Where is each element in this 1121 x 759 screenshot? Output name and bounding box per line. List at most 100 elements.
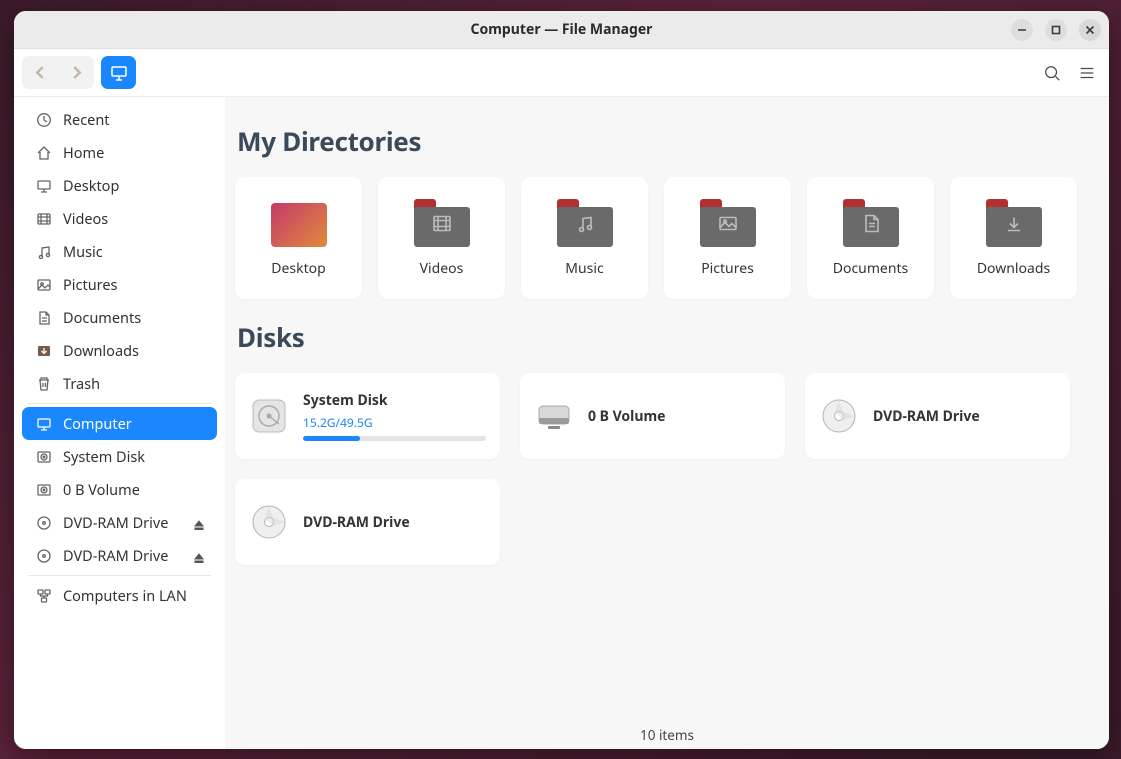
disks-grid: System Disk 15.2G/49.5G 0 B Volume DVD-RAM … bbox=[235, 373, 1099, 565]
window-title: Computer — File Manager bbox=[471, 20, 653, 39]
sidebar-item-label: Trash bbox=[63, 374, 207, 394]
location-button[interactable] bbox=[101, 56, 136, 89]
optical-icon bbox=[36, 515, 52, 531]
forward-button[interactable] bbox=[58, 56, 94, 89]
disk-name: DVD-RAM Drive bbox=[873, 407, 1056, 426]
minimize-button[interactable] bbox=[1011, 19, 1033, 41]
sidebar-item-label: DVD-RAM Drive bbox=[63, 546, 182, 566]
sidebar-item-label: DVD-RAM Drive bbox=[63, 513, 182, 533]
directories-grid: Desktop Videos Music Pictures Documents … bbox=[235, 177, 1099, 299]
maximize-icon bbox=[1051, 25, 1061, 35]
disk-icon bbox=[36, 482, 52, 498]
disk-card-system-disk[interactable]: System Disk 15.2G/49.5G bbox=[235, 373, 500, 459]
file-manager-window: Computer — File Manager bbox=[14, 11, 1109, 749]
section-title-disks: Disks bbox=[237, 319, 1099, 355]
directory-card-music[interactable]: Music bbox=[521, 177, 648, 299]
sidebar-item-0-b-volume[interactable]: 0 B Volume bbox=[22, 473, 217, 506]
clock-icon bbox=[36, 112, 52, 128]
download-icon bbox=[36, 343, 52, 359]
disk-usage-label: 15.2G/49.5G bbox=[303, 414, 486, 431]
back-button[interactable] bbox=[22, 56, 58, 89]
maximize-button[interactable] bbox=[1045, 19, 1067, 41]
hdd-drive-icon bbox=[249, 396, 289, 436]
ext-drive-icon bbox=[534, 396, 574, 436]
sidebar-item-videos[interactable]: Videos bbox=[22, 202, 217, 235]
disk-card-dvd-ram-drive[interactable]: DVD-RAM Drive bbox=[235, 479, 500, 565]
sidebar-item-documents[interactable]: Documents bbox=[22, 301, 217, 334]
sidebar-item-label: Documents bbox=[63, 308, 207, 328]
optical-drive-icon bbox=[249, 502, 289, 542]
directory-card-videos[interactable]: Videos bbox=[378, 177, 505, 299]
sidebar-item-label: Recent bbox=[63, 110, 207, 130]
sidebar-item-computer[interactable]: Computer bbox=[22, 407, 217, 440]
sidebar-item-label: Music bbox=[63, 242, 207, 262]
disk-icon bbox=[36, 449, 52, 465]
disk-usage-bar bbox=[303, 436, 486, 441]
sidebar-item-label: Downloads bbox=[63, 341, 207, 361]
eject-icon[interactable] bbox=[193, 516, 207, 530]
sidebar-item-label: 0 B Volume bbox=[63, 480, 207, 500]
directory-label: Videos bbox=[420, 259, 464, 278]
sidebar-item-label: Computers in LAN bbox=[63, 586, 207, 606]
sidebar-item-label: Computer bbox=[63, 414, 207, 434]
lan-icon bbox=[36, 588, 52, 604]
sidebar-separator bbox=[28, 575, 211, 576]
minimize-icon bbox=[1017, 25, 1027, 35]
hamburger-icon bbox=[1078, 64, 1096, 82]
sidebar-item-system-disk[interactable]: System Disk bbox=[22, 440, 217, 473]
status-bar: 10 items bbox=[225, 721, 1109, 749]
sidebar-item-label: System Disk bbox=[63, 447, 207, 467]
directory-label: Pictures bbox=[701, 259, 754, 278]
directory-card-pictures[interactable]: Pictures bbox=[664, 177, 791, 299]
directory-card-documents[interactable]: Documents bbox=[807, 177, 934, 299]
sidebar-item-pictures[interactable]: Pictures bbox=[22, 268, 217, 301]
sidebar-item-dvd-ram-drive[interactable]: DVD-RAM Drive bbox=[22, 506, 217, 539]
content-area: My Directories Desktop Videos Music Pict… bbox=[225, 97, 1109, 749]
toolbar bbox=[14, 49, 1109, 97]
chevron-left-icon bbox=[34, 66, 47, 79]
desktop-icon bbox=[36, 178, 52, 194]
close-icon bbox=[1085, 25, 1095, 35]
document-icon bbox=[36, 310, 52, 326]
home-icon bbox=[36, 145, 52, 161]
sidebar-item-label: Home bbox=[63, 143, 207, 163]
sidebar-item-recent[interactable]: Recent bbox=[22, 103, 217, 136]
disk-card-dvd-ram-drive[interactable]: DVD-RAM Drive bbox=[805, 373, 1070, 459]
directory-card-downloads[interactable]: Downloads bbox=[950, 177, 1077, 299]
optical-drive-icon bbox=[819, 396, 859, 436]
disk-card-0-b-volume[interactable]: 0 B Volume bbox=[520, 373, 785, 459]
disk-name: System Disk bbox=[303, 391, 486, 410]
sidebar-item-desktop[interactable]: Desktop bbox=[22, 169, 217, 202]
eject-icon[interactable] bbox=[193, 549, 207, 563]
sidebar-separator bbox=[28, 403, 211, 404]
section-title-directories: My Directories bbox=[237, 123, 1099, 159]
pictures-icon bbox=[36, 277, 52, 293]
sidebar-item-label: Videos bbox=[63, 209, 207, 229]
sidebar: Recent Home Desktop Videos Music Pictures Docu… bbox=[14, 97, 225, 749]
status-text: 10 items bbox=[640, 726, 694, 744]
close-button[interactable] bbox=[1079, 19, 1101, 41]
trash-icon bbox=[36, 376, 52, 392]
directory-card-desktop[interactable]: Desktop bbox=[235, 177, 362, 299]
sidebar-item-downloads[interactable]: Downloads bbox=[22, 334, 217, 367]
sidebar-item-label: Pictures bbox=[63, 275, 207, 295]
search-icon bbox=[1043, 64, 1061, 82]
sidebar-item-trash[interactable]: Trash bbox=[22, 367, 217, 400]
music-icon bbox=[36, 244, 52, 260]
directory-label: Downloads bbox=[977, 259, 1050, 278]
chevron-right-icon bbox=[70, 66, 83, 79]
sidebar-item-home[interactable]: Home bbox=[22, 136, 217, 169]
sidebar-item-music[interactable]: Music bbox=[22, 235, 217, 268]
video-icon bbox=[36, 211, 52, 227]
search-button[interactable] bbox=[1038, 59, 1066, 87]
directory-label: Music bbox=[565, 259, 603, 278]
sidebar-item-dvd-ram-drive[interactable]: DVD-RAM Drive bbox=[22, 539, 217, 572]
sidebar-item-computers-in-lan[interactable]: Computers in LAN bbox=[22, 579, 217, 612]
directory-label: Documents bbox=[833, 259, 908, 278]
disk-name: DVD-RAM Drive bbox=[303, 513, 486, 532]
monitor-icon bbox=[36, 416, 52, 432]
disk-name: 0 B Volume bbox=[588, 407, 771, 426]
monitor-icon bbox=[109, 63, 129, 83]
menu-button[interactable] bbox=[1073, 59, 1101, 87]
sidebar-item-label: Desktop bbox=[63, 176, 207, 196]
